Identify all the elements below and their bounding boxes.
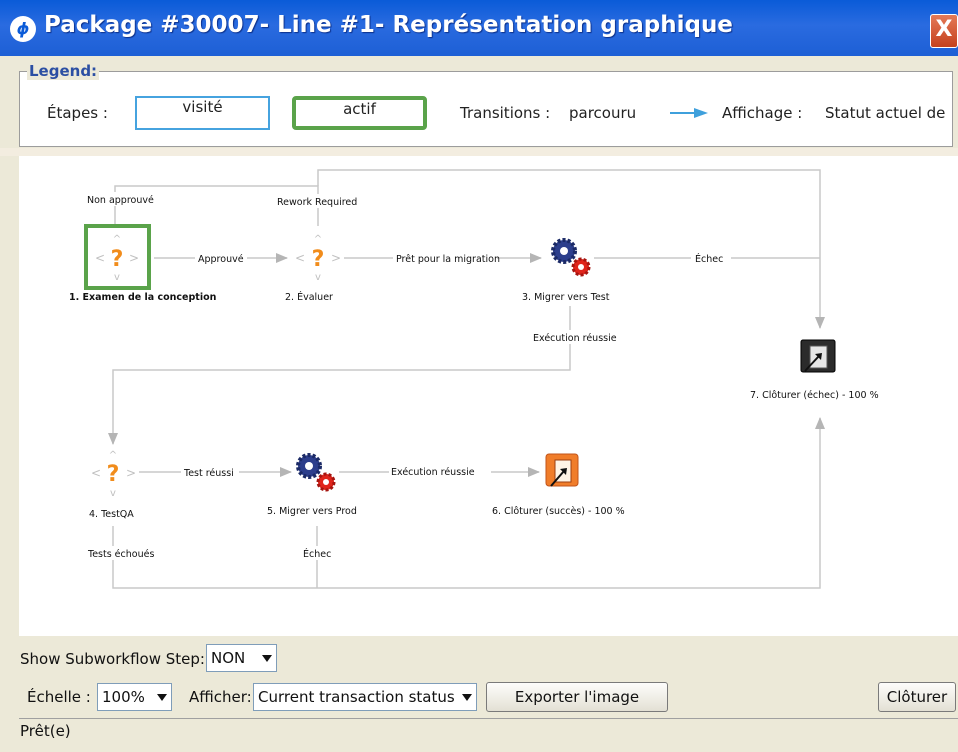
transition-label-approved: Approuvé — [198, 254, 244, 265]
step-1-node[interactable]: ^ < > ? v — [84, 224, 151, 290]
svg-text:<: < — [295, 251, 305, 265]
step-4-label: 4. TestQA — [89, 509, 134, 520]
close-failure-icon — [800, 339, 836, 373]
step-3-label: 3. Migrer vers Test — [522, 292, 610, 303]
scale-select-value: 100% — [102, 688, 145, 706]
scale-label: Échelle : — [27, 688, 91, 706]
transition-label-tests-failed: Tests échoués — [87, 549, 154, 560]
hp-logo-icon: ϕ — [10, 16, 36, 42]
status-text: Prêt(e) — [20, 722, 71, 740]
chevron-down-icon — [262, 655, 272, 662]
chevron-down-icon — [462, 694, 472, 701]
legend-traversed-label: parcouru — [569, 104, 637, 122]
display-select[interactable]: Current transaction status — [253, 683, 477, 711]
gears-icon — [551, 238, 591, 277]
scale-select[interactable]: 100% — [97, 683, 172, 711]
step-6-label: 6. Clôturer (succès) - 100 % — [492, 506, 625, 517]
gears-icon — [296, 453, 336, 492]
step-5-node[interactable] — [296, 453, 336, 492]
legend-transitions-label: Transitions : — [460, 104, 551, 122]
legend-visited-swatch: visité — [135, 96, 270, 130]
step-2-node[interactable]: ^ < > ? v — [295, 234, 341, 283]
display-label: Afficher: — [189, 688, 252, 706]
export-image-button[interactable]: Exporter l'image — [486, 682, 668, 712]
title-bar: ϕ Package #30007- Line #1- Représentatio… — [0, 0, 958, 56]
graph-window: ϕ Package #30007- Line #1- Représentatio… — [0, 0, 958, 752]
chevron-down-icon — [157, 694, 167, 701]
step-4-node[interactable]: ^ < > ? v — [91, 450, 136, 499]
close-success-icon — [545, 453, 579, 487]
transition-label-execution-1: Exécution réussie — [533, 333, 617, 344]
svg-text:?: ? — [111, 247, 124, 272]
display-select-value: Current transaction status — [258, 688, 455, 706]
panel-divider — [0, 148, 958, 156]
question-icon: ^ < > ? v — [95, 234, 139, 283]
legend-title: Legend: — [27, 62, 100, 80]
step-7-node[interactable] — [800, 339, 836, 373]
transition-label-failure-1: Échec — [695, 253, 723, 265]
subworkflow-label: Show Subworkflow Step: — [20, 650, 205, 668]
svg-text:>: > — [126, 466, 136, 480]
transition-label-failure-2: Échec — [303, 548, 331, 560]
transition-line-execution-1 — [108, 306, 571, 445]
svg-text:^: ^ — [314, 234, 322, 245]
legend-current-status-label: Statut actuel de — [825, 104, 946, 122]
step-2-label: 2. Évaluer — [285, 291, 333, 303]
step-3-node[interactable] — [551, 238, 591, 277]
legend-steps-label: Étapes : — [47, 104, 108, 122]
transition-label-test-success: Test réussi — [183, 468, 234, 479]
close-button[interactable]: Clôturer — [878, 682, 956, 712]
svg-text:>: > — [129, 251, 139, 265]
svg-text:>: > — [331, 251, 341, 265]
transition-label-execution-2: Exécution réussie — [391, 467, 475, 478]
legend-arrow-icon — [670, 108, 708, 118]
legend-display-label: Affichage : — [722, 104, 803, 122]
subworkflow-select[interactable]: NON — [206, 644, 277, 672]
transition-label-not-approved: Non approuvé — [87, 195, 154, 206]
window-title: Package #30007- Line #1- Représentation … — [44, 12, 733, 38]
step-7-label: 7. Clôturer (échec) - 100 % — [750, 390, 879, 401]
workflow-canvas: Non approuvé Rework Required Approuvé Pr… — [19, 156, 958, 636]
svg-text:^: ^ — [113, 234, 121, 245]
question-icon: ^ < > ? v — [91, 450, 136, 499]
workflow-diagram: Non approuvé Rework Required Approuvé Pr… — [69, 169, 879, 589]
svg-text:?: ? — [107, 462, 120, 487]
transition-label-rework: Rework Required — [277, 197, 357, 208]
svg-text:<: < — [91, 466, 101, 480]
subworkflow-select-value: NON — [211, 649, 246, 667]
transition-line-tests-failed — [112, 417, 825, 589]
step-5-label: 5. Migrer vers Prod — [267, 506, 357, 517]
legend-active-swatch: actif — [292, 96, 427, 130]
svg-text:^: ^ — [109, 450, 117, 461]
status-bar — [19, 718, 958, 752]
svg-text:v: v — [110, 488, 116, 499]
svg-text:?: ? — [312, 247, 325, 272]
question-icon: ^ < > ? v — [295, 234, 341, 283]
svg-text:<: < — [95, 251, 105, 265]
step-6-node[interactable] — [545, 453, 579, 487]
svg-text:v: v — [315, 272, 321, 283]
close-window-button[interactable]: X — [930, 14, 958, 48]
svg-text:v: v — [114, 272, 120, 283]
step-1-label: 1. Examen de la conception — [69, 292, 217, 303]
transition-label-ready: Prêt pour la migration — [396, 254, 500, 265]
